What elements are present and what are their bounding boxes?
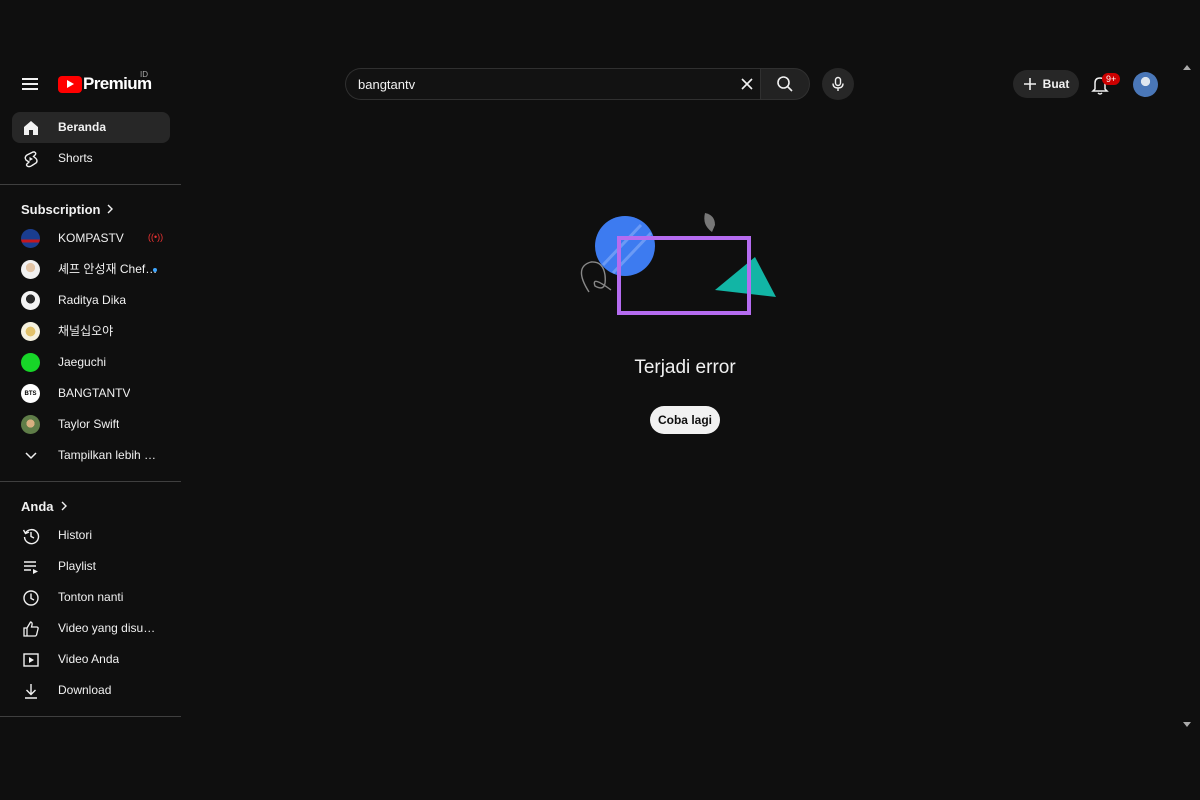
search-input[interactable]: [358, 69, 728, 99]
sidebar-item-label: Histori: [58, 528, 93, 542]
sidebar-item-label: Playlist: [58, 559, 97, 573]
search-box: [345, 68, 761, 100]
scroll-up-arrow[interactable]: [1182, 63, 1192, 73]
clock-icon: [21, 588, 41, 608]
history-icon: [21, 526, 41, 546]
live-icon: ((•)): [148, 232, 164, 242]
retry-button[interactable]: Coba lagi: [650, 406, 720, 434]
search-icon: [777, 76, 793, 92]
chevron-down-icon: [21, 446, 41, 466]
channel-avatar: [21, 229, 40, 248]
sidebar-divider: [0, 481, 181, 482]
top-bar: Premium ID Buat 9+: [0, 0, 1200, 120]
you-heading[interactable]: Anda: [21, 492, 181, 520]
channel-avatar: [21, 291, 40, 310]
subscription-item-chef-anseongjae[interactable]: 셰프 안성재 Chef…: [12, 254, 170, 285]
subscription-item-taylor-swift[interactable]: Taylor Swift: [12, 409, 170, 440]
sidebar-item-label: Video yang disukai: [58, 621, 158, 635]
channel-avatar: [21, 260, 40, 279]
account-avatar[interactable]: [1133, 72, 1158, 97]
subscription-label: KOMPASTV: [58, 231, 124, 245]
new-content-dot: [153, 268, 157, 272]
clear-search-button[interactable]: [736, 73, 758, 95]
playlist-icon: [21, 557, 41, 577]
channel-avatar: [21, 415, 40, 434]
subscriptions-heading[interactable]: Subscription: [21, 195, 181, 223]
sidebar-item-home[interactable]: Beranda: [12, 112, 170, 143]
subscription-item-raditya-dika[interactable]: Raditya Dika: [12, 285, 170, 316]
create-button[interactable]: Buat: [1013, 70, 1079, 98]
country-code: ID: [140, 70, 148, 79]
error-message: Terjadi error: [634, 357, 736, 378]
sidebar: Beranda Shorts Subscription KOMPASTV ((•…: [0, 112, 181, 727]
youtube-premium-logo[interactable]: Premium ID: [58, 70, 152, 96]
chevron-right-icon: [107, 204, 114, 214]
subscription-label: BANGTANTV: [58, 386, 131, 400]
sidebar-item-shorts[interactable]: Shorts: [12, 143, 170, 174]
subscription-label: 셰프 안성재 Chef…: [58, 262, 158, 276]
show-more-label: Tampilkan lebih ba…: [58, 448, 158, 462]
sidebar-item-history[interactable]: Histori: [12, 520, 170, 551]
sidebar-item-label: Video Anda: [58, 652, 120, 666]
subscription-label: Taylor Swift: [58, 417, 120, 431]
thumbs-up-icon: [21, 619, 41, 639]
menu-icon[interactable]: [20, 74, 40, 94]
voice-search-button[interactable]: [822, 68, 854, 100]
home-icon: [21, 118, 41, 138]
create-label: Buat: [1042, 77, 1070, 91]
error-illustration: [580, 213, 776, 315]
channel-avatar: [21, 322, 40, 341]
sidebar-item-label: Shorts: [58, 151, 93, 165]
channel-avatar: BTS: [21, 384, 40, 403]
scroll-down-arrow[interactable]: [1182, 719, 1192, 729]
subscription-item-jaeguchi[interactable]: Jaeguchi: [12, 347, 170, 378]
you-title: Anda: [21, 498, 54, 514]
subscription-item-channel15ya[interactable]: 채널십오야: [12, 316, 170, 347]
chevron-right-icon: [61, 501, 67, 511]
sidebar-item-label: Tonton nanti: [58, 590, 124, 604]
download-icon: [21, 681, 41, 701]
video-icon: [21, 650, 41, 670]
notification-badge: 9+: [1102, 73, 1121, 85]
show-more-button[interactable]: Tampilkan lebih ba…: [12, 440, 170, 471]
channel-avatar: [21, 353, 40, 372]
subscription-item-kompastv[interactable]: KOMPASTV ((•)): [12, 223, 170, 254]
sidebar-item-label: Download: [58, 683, 112, 697]
search-button[interactable]: [760, 68, 810, 100]
plus-icon: [1023, 78, 1036, 90]
microphone-icon: [832, 76, 844, 91]
sidebar-divider: [0, 716, 181, 717]
sidebar-item-liked-videos[interactable]: Video yang disukai: [12, 613, 170, 644]
subscriptions-title: Subscription: [21, 201, 101, 217]
sidebar-item-label: Beranda: [58, 120, 107, 134]
subscription-label: Jaeguchi: [58, 355, 107, 369]
sidebar-item-playlist[interactable]: Playlist: [12, 551, 170, 582]
youtube-play-icon: [58, 75, 82, 93]
sidebar-item-downloads[interactable]: Download: [12, 675, 170, 706]
shorts-icon: [21, 149, 41, 169]
subscription-label: Raditya Dika: [58, 293, 127, 307]
sidebar-item-watch-later[interactable]: Tonton nanti: [12, 582, 170, 613]
subscription-item-bangtantv[interactable]: BTS BANGTANTV: [12, 378, 170, 409]
sidebar-divider: [0, 184, 181, 185]
subscription-label: 채널십오야: [58, 324, 114, 338]
sidebar-item-your-videos[interactable]: Video Anda: [12, 644, 170, 675]
close-icon: [741, 78, 753, 90]
